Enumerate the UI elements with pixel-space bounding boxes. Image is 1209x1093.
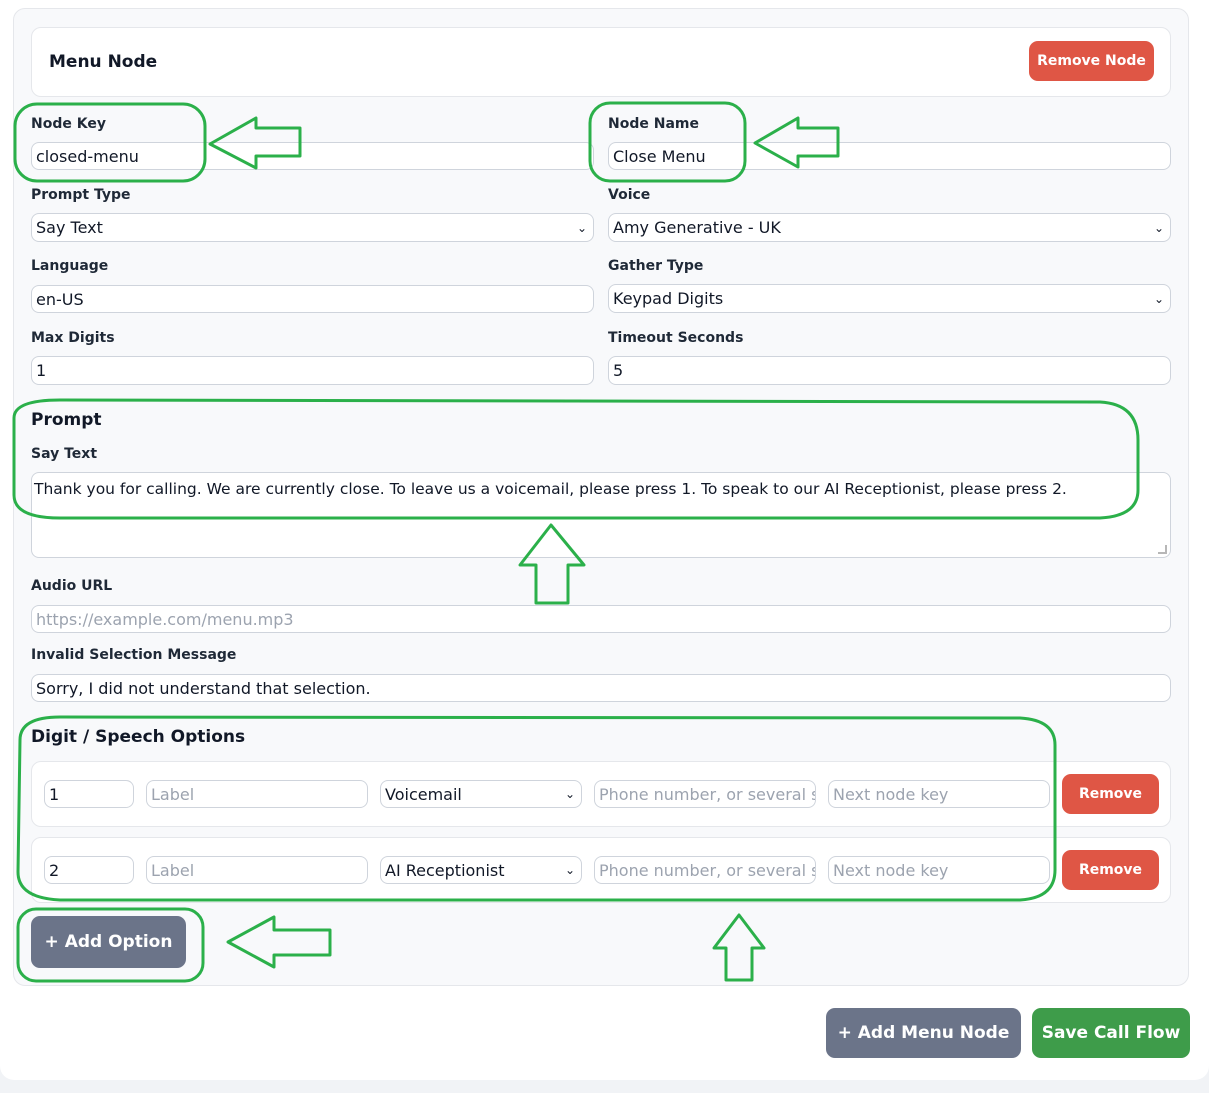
node-name-label: Node Name bbox=[608, 116, 699, 132]
audio-url-label: Audio URL bbox=[31, 578, 113, 594]
chevron-down-icon: ⌄ bbox=[576, 220, 587, 235]
gather-type-select[interactable]: Keypad Digits ⌄ bbox=[608, 284, 1171, 313]
chevron-down-icon: ⌄ bbox=[564, 863, 575, 877]
remove-node-button[interactable]: Remove Node bbox=[1029, 41, 1154, 81]
chevron-down-icon: ⌄ bbox=[1153, 220, 1164, 235]
remove-option-button[interactable]: Remove bbox=[1062, 850, 1159, 890]
max-digits-input[interactable]: 1 bbox=[31, 356, 594, 385]
node-header: Menu Node Remove Node bbox=[31, 27, 1171, 97]
invalid-selection-input[interactable]: Sorry, I did not understand that selecti… bbox=[31, 674, 1171, 702]
option-digit-input[interactable]: 2 bbox=[44, 856, 134, 884]
add-menu-node-button[interactable]: + Add Menu Node bbox=[826, 1008, 1021, 1058]
say-text-value: Thank you for calling. We are currently … bbox=[34, 480, 1067, 498]
say-text-label: Say Text bbox=[31, 446, 98, 462]
option-phone-input[interactable]: Phone number, or several se bbox=[594, 780, 816, 808]
voice-label: Voice bbox=[608, 187, 651, 203]
audio-url-input[interactable]: https://example.com/menu.mp3 bbox=[31, 605, 1171, 633]
say-text-textarea[interactable]: Thank you for calling. We are currently … bbox=[31, 472, 1171, 558]
option-phone-input[interactable]: Phone number, or several se bbox=[594, 856, 816, 884]
timeout-seconds-input[interactable]: 5 bbox=[608, 356, 1171, 385]
prompt-type-select[interactable]: Say Text ⌄ bbox=[31, 213, 594, 242]
prompt-type-value: Say Text bbox=[36, 218, 103, 237]
save-call-flow-button[interactable]: Save Call Flow bbox=[1032, 1008, 1190, 1058]
option-action-select[interactable]: AI Receptionist ⌄ bbox=[380, 856, 582, 884]
chevron-down-icon: ⌄ bbox=[1153, 291, 1164, 306]
gather-type-label: Gather Type bbox=[608, 258, 704, 274]
prompt-type-label: Prompt Type bbox=[31, 187, 131, 203]
node-key-input[interactable]: closed-menu bbox=[31, 142, 594, 170]
option-row: 2 Label AI Receptionist ⌄ Phone number, … bbox=[31, 837, 1171, 903]
voice-select[interactable]: Amy Generative - UK ⌄ bbox=[608, 213, 1171, 242]
node-name-input[interactable]: Close Menu bbox=[608, 142, 1171, 170]
max-digits-label: Max Digits bbox=[31, 330, 115, 346]
option-row: 1 Label Voicemail ⌄ Phone number, or sev… bbox=[31, 761, 1171, 827]
voice-value: Amy Generative - UK bbox=[613, 218, 781, 237]
option-label-input[interactable]: Label bbox=[146, 856, 368, 884]
prompt-section-title: Prompt bbox=[31, 410, 102, 430]
resize-handle-icon[interactable] bbox=[1158, 545, 1167, 554]
remove-option-button[interactable]: Remove bbox=[1062, 774, 1159, 814]
option-digit-input[interactable]: 1 bbox=[44, 780, 134, 808]
option-action-value: AI Receptionist bbox=[385, 860, 505, 880]
invalid-selection-label: Invalid Selection Message bbox=[31, 647, 237, 663]
options-section-title: Digit / Speech Options bbox=[31, 727, 246, 747]
language-input[interactable]: en-US bbox=[31, 285, 594, 313]
option-next-node-input[interactable]: Next node key bbox=[828, 780, 1050, 808]
node-key-label: Node Key bbox=[31, 116, 106, 132]
add-option-button[interactable]: + Add Option bbox=[31, 916, 186, 968]
option-next-node-input[interactable]: Next node key bbox=[828, 856, 1050, 884]
language-label: Language bbox=[31, 258, 109, 274]
node-title: Menu Node bbox=[49, 52, 158, 72]
option-action-value: Voicemail bbox=[385, 784, 462, 804]
gather-type-value: Keypad Digits bbox=[613, 289, 724, 308]
option-label-input[interactable]: Label bbox=[146, 780, 368, 808]
option-action-select[interactable]: Voicemail ⌄ bbox=[380, 780, 582, 808]
timeout-seconds-label: Timeout Seconds bbox=[608, 330, 744, 346]
chevron-down-icon: ⌄ bbox=[564, 787, 575, 801]
